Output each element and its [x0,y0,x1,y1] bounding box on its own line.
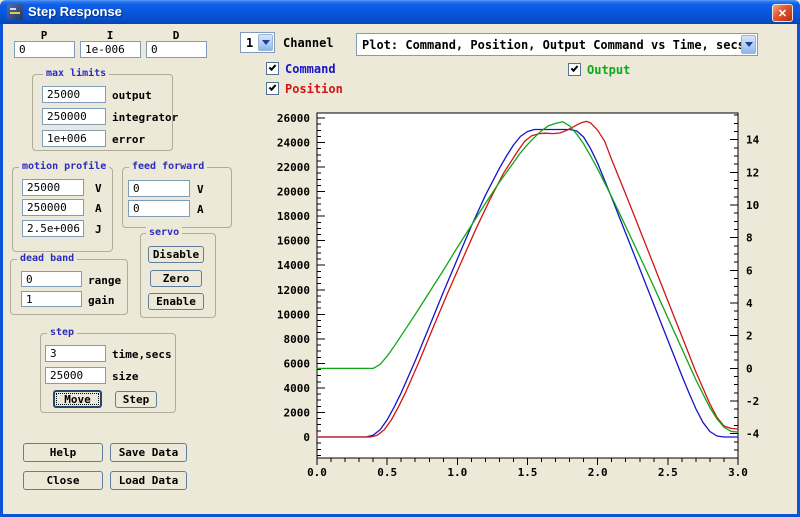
svg-text:12000: 12000 [277,284,310,297]
step-title: step [47,327,77,338]
load-data-button[interactable]: Load Data [110,471,187,490]
servo-title: servo [146,227,182,238]
svg-text:10: 10 [746,199,759,212]
command-checkbox[interactable] [266,62,279,75]
window-border-left [0,24,3,517]
svg-text:2.0: 2.0 [588,466,608,479]
profile-v-label: V [95,182,102,195]
dead-band-title: dead band [17,253,77,264]
error-limit-label: error [112,133,145,146]
svg-text:2: 2 [746,330,753,343]
svg-text:8000: 8000 [284,333,311,346]
p-field[interactable] [14,41,75,58]
svg-text:1.5: 1.5 [518,466,538,479]
svg-text:26000: 26000 [277,112,310,125]
svg-text:8: 8 [746,232,753,245]
close-button[interactable]: Close [23,471,103,490]
step-size-field[interactable] [45,367,106,384]
svg-text:16000: 16000 [277,235,310,248]
channel-value: 1 [246,36,253,50]
svg-text:20000: 20000 [277,186,310,199]
svg-text:1.0: 1.0 [447,466,467,479]
svg-text:-4: -4 [746,428,760,441]
feed-forward-title: feed forward [129,161,207,172]
channel-select[interactable]: 1 [240,32,275,53]
max-limits-title: max limits [43,68,109,79]
profile-a-field[interactable] [22,199,84,216]
svg-text:2.5: 2.5 [658,466,678,479]
svg-text:4: 4 [746,297,753,310]
ff-a-field[interactable] [128,200,190,217]
save-data-button[interactable]: Save Data [110,443,187,462]
svg-text:4000: 4000 [284,382,311,395]
svg-text:24000: 24000 [277,137,310,150]
step-button[interactable]: Step [115,391,157,408]
svg-text:-2: -2 [746,395,759,408]
svg-text:0: 0 [303,431,310,444]
step-time-field[interactable] [45,345,106,362]
svg-text:3.0: 3.0 [728,466,748,479]
check-icon [571,64,579,72]
step-response-window: Step Response ✕ P I D 1 Channel Plot: Co… [0,0,800,517]
chevron-down-icon[interactable] [258,34,273,51]
ff-v-field[interactable] [128,180,190,197]
gain-label: gain [88,294,115,307]
profile-j-label: J [95,223,102,236]
output-limit-field[interactable] [42,86,106,103]
check-icon [269,83,277,91]
profile-j-field[interactable] [22,220,84,237]
close-icon[interactable]: ✕ [772,4,793,22]
output-limit-label: output [112,89,152,102]
svg-text:14000: 14000 [277,259,310,272]
disable-button[interactable]: Disable [148,246,204,263]
position-checkbox[interactable] [266,82,279,95]
help-button[interactable]: Help [23,443,103,462]
enable-button[interactable]: Enable [148,293,204,310]
svg-text:0.0: 0.0 [307,466,327,479]
svg-text:6000: 6000 [284,357,311,370]
svg-text:6: 6 [746,264,753,277]
gain-field[interactable] [21,291,82,307]
svg-text:12: 12 [746,166,759,179]
integrator-limit-field[interactable] [42,108,106,125]
profile-v-field[interactable] [22,179,84,196]
ff-a-label: A [197,203,204,216]
svg-text:2000: 2000 [284,406,311,419]
zero-button[interactable]: Zero [150,270,202,287]
output-checkbox[interactable] [568,63,581,76]
error-limit-field[interactable] [42,130,106,147]
integrator-limit-label: integrator [112,111,178,124]
chevron-down-icon[interactable] [741,35,756,54]
check-icon [269,63,277,71]
ff-v-label: V [197,183,204,196]
svg-text:0.5: 0.5 [377,466,397,479]
plot-select[interactable]: Plot: Command, Position, Output Command … [356,33,758,56]
output-checkbox-label: Output [587,63,630,77]
svg-text:18000: 18000 [277,210,310,223]
svg-text:0: 0 [746,362,753,375]
move-button[interactable]: Move [53,390,102,408]
step-size-label: size [112,370,139,383]
step-response-plot: 0 2000 4000 6000 8000 10000 12000 14000 16000 180… [255,105,800,485]
i-field[interactable] [80,41,141,58]
position-checkbox-label: Position [285,82,343,96]
range-label: range [88,274,121,287]
range-field[interactable] [21,271,82,287]
svg-text:10000: 10000 [277,308,310,321]
motion-profile-title: motion profile [19,161,109,172]
profile-a-label: A [95,202,102,215]
window-title: Step Response [28,4,122,19]
title-bar: Step Response ✕ [0,0,800,24]
svg-text:22000: 22000 [277,161,310,174]
d-field[interactable] [146,41,207,58]
command-checkbox-label: Command [285,62,336,76]
channel-label: Channel [283,36,334,50]
plot-select-value: Plot: Command, Position, Output Command … [362,38,745,52]
step-time-label: time,secs [112,348,172,361]
svg-text:14: 14 [746,134,760,147]
app-icon [7,4,23,20]
feed-forward-group [122,167,232,228]
